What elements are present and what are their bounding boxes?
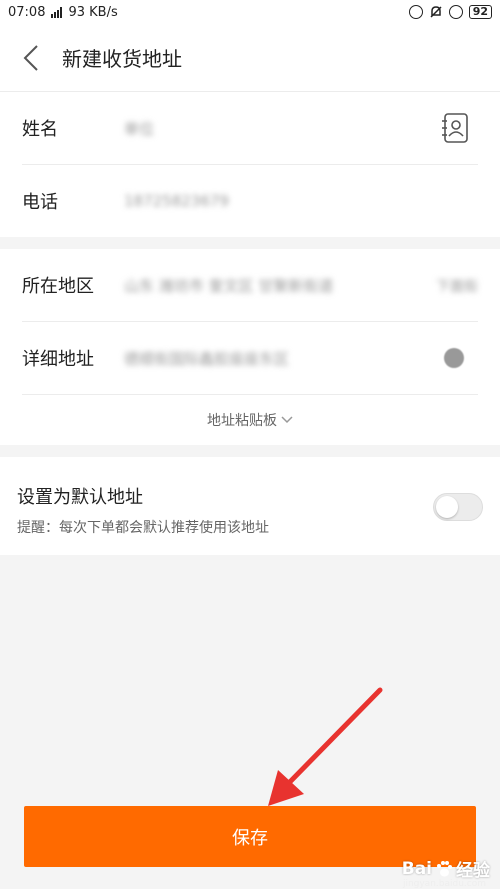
watermark-suffix: 经验 [456, 861, 490, 881]
chevron-down-icon [281, 416, 293, 424]
baidu-watermark: Bai 经验 [401, 856, 490, 882]
chevron-left-icon [23, 44, 38, 71]
contact-card: 姓名 单位 电话 18725823679 [0, 92, 500, 237]
network-speed: 93 KB/s [68, 4, 118, 20]
clear-icon[interactable] [444, 348, 464, 368]
clipboard-label: 地址粘贴板 [207, 413, 277, 429]
page-header: 新建收货地址 [0, 24, 500, 92]
name-label: 姓名 [22, 119, 58, 140]
address-clipboard-toggle[interactable]: 地址粘贴板 [0, 395, 500, 445]
default-address-card: 设置为默认地址 提醒：每次下单都会默认推荐使用该地址 [0, 457, 500, 555]
status-bar: 07:08 93 KB/s 92 [0, 0, 500, 24]
phone-input[interactable]: 18725823679 [124, 192, 500, 210]
status-left: 07:08 93 KB/s [8, 5, 118, 20]
phone-row[interactable]: 电话 18725823679 [0, 165, 500, 237]
page-title: 新建收货地址 [62, 47, 182, 71]
bell-muted-icon [430, 6, 442, 18]
default-address-toggle[interactable] [433, 493, 483, 521]
phone-label: 电话 [22, 192, 58, 213]
default-address-hint: 提醒：每次下单都会默认推荐使用该地址 [17, 520, 269, 536]
status-time: 07:08 [8, 4, 46, 20]
region-row[interactable]: 所在地区 山东 潍坊市 奎文区 甘聚新街道 下面街 [0, 249, 500, 321]
toggle-knob [436, 496, 458, 518]
address-card: 所在地区 山东 潍坊市 奎文区 甘聚新街道 下面街 详细地址 德顺街国际鑫胶座座… [0, 249, 500, 445]
signal-icon [51, 6, 63, 18]
watermark-brand: Bai [401, 858, 432, 879]
back-button[interactable] [0, 24, 62, 92]
default-address-title: 设置为默认地址 [17, 487, 143, 508]
contact-book-icon[interactable] [440, 112, 470, 144]
annotation-arrow [268, 687, 383, 806]
address-label: 详细地址 [22, 349, 94, 370]
paw-icon [437, 860, 452, 876]
region-street[interactable]: 下面街 [436, 276, 478, 296]
sync-icon [408, 5, 423, 19]
alarm-icon [448, 5, 463, 19]
address-row[interactable]: 详细地址 德顺街国际鑫胶座座东区 [0, 322, 500, 394]
name-row[interactable]: 姓名 单位 [0, 92, 500, 164]
battery-indicator: 92 [468, 5, 492, 19]
watermark-url: jingyan.baidu.com [402, 879, 486, 889]
region-label: 所在地区 [22, 276, 94, 297]
status-right: 92 [408, 5, 492, 19]
